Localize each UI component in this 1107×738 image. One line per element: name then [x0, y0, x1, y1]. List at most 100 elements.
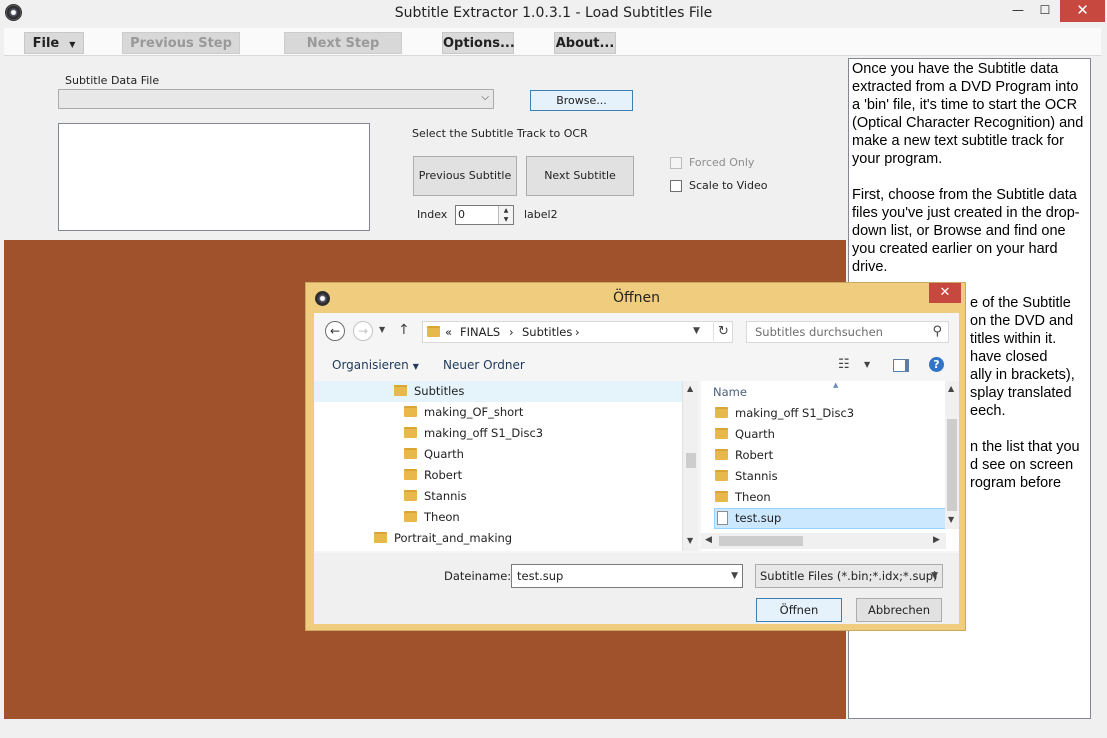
list-vertical-scrollbar[interactable]: ▲ ▼	[945, 381, 959, 529]
list-item[interactable]: Stannis	[715, 466, 778, 487]
maximize-button[interactable]: ☐	[1030, 0, 1060, 22]
tree-item[interactable]: Theon	[404, 507, 460, 528]
scroll-up-icon[interactable]: ▲	[948, 384, 954, 393]
organize-label: Organisieren	[332, 358, 409, 372]
scroll-down-icon[interactable]: ▼	[687, 536, 693, 545]
index-value: 0	[458, 208, 465, 221]
list-item[interactable]: making_off S1_Disc3	[715, 403, 854, 424]
breadcrumb-separator[interactable]: ›	[509, 325, 514, 339]
breadcrumb-overflow[interactable]: «	[445, 325, 452, 339]
refresh-icon[interactable]: ↻	[713, 323, 733, 341]
search-box[interactable]: Subtitles durchsuchen ⚲	[746, 321, 949, 343]
index-stepper[interactable]: 0 ▲ ▼	[455, 205, 514, 225]
scroll-down-icon[interactable]: ▼	[948, 515, 954, 524]
recent-locations-chevron-icon[interactable]: ▼	[379, 325, 385, 334]
list-item-label: making_off S1_Disc3	[735, 406, 855, 420]
scroll-thumb[interactable]	[719, 536, 803, 546]
filetype-select[interactable]: Subtitle Files (*.bin;*.idx;*.sup) ▼	[755, 564, 943, 588]
status-strip	[0, 719, 1107, 738]
preview-pane-icon[interactable]	[893, 359, 909, 372]
track-instruction-label: Select the Subtitle Track to OCR	[412, 127, 588, 140]
forward-arrow-icon[interactable]: →	[353, 321, 373, 341]
tree-item[interactable]: making_OF_short	[404, 402, 523, 423]
file-icon	[717, 511, 728, 525]
previous-step-button[interactable]: Previous Step	[122, 32, 240, 54]
subtitle-data-file-combo[interactable]: ⌵	[58, 89, 494, 109]
help-fragment: titles within it.	[970, 331, 1057, 347]
tree-item[interactable]: Robert	[404, 465, 462, 486]
folder-icon	[404, 406, 417, 417]
folder-icon	[427, 326, 440, 337]
up-arrow-icon[interactable]: ↑	[398, 322, 410, 338]
help-fragment: splay translated	[970, 385, 1072, 401]
view-options-icon[interactable]: ☷	[838, 357, 850, 372]
tree-item-label: Stannis	[424, 489, 467, 503]
forced-only-checkbox[interactable]	[670, 157, 682, 169]
next-subtitle-button[interactable]: Next Subtitle	[526, 156, 634, 196]
previous-subtitle-button[interactable]: Previous Subtitle	[413, 156, 517, 196]
scale-to-video-checkbox[interactable]	[670, 180, 682, 192]
folder-icon	[394, 385, 407, 396]
chevron-down-icon[interactable]: ▼	[731, 565, 738, 587]
list-item[interactable]: Quarth	[715, 424, 775, 445]
name-column-header[interactable]: Name	[713, 385, 747, 399]
view-chevron-icon[interactable]: ▼	[864, 360, 870, 369]
scroll-right-icon[interactable]: ▶	[933, 535, 940, 545]
scroll-up-icon[interactable]: ▲	[687, 384, 693, 393]
chevron-down-icon[interactable]: ▼	[931, 565, 938, 587]
tree-item[interactable]: Subtitles	[314, 381, 682, 402]
list-horizontal-scrollbar[interactable]: ◀ ▶	[701, 533, 946, 549]
tree-item-label: Portrait_and_making	[394, 531, 513, 545]
folder-icon	[715, 407, 728, 418]
list-item-label: Robert	[735, 448, 774, 462]
about-button[interactable]: About...	[554, 32, 616, 54]
organize-button[interactable]: Organisieren ▼	[332, 358, 419, 372]
folder-tree: Subtitles making_OF_short making_off S1_…	[314, 381, 698, 551]
help-icon[interactable]: ?	[929, 357, 944, 372]
list-item[interactable]: Theon	[715, 487, 771, 508]
tree-item[interactable]: Stannis	[404, 486, 467, 507]
list-item-label: test.sup	[735, 511, 782, 525]
breadcrumb-subtitles[interactable]: Subtitles	[522, 325, 572, 339]
close-button[interactable]: ✕	[1060, 0, 1105, 22]
tree-item[interactable]: Quarth	[404, 444, 464, 465]
window-title: Subtitle Extractor 1.0.3.1 - Load Subtit…	[394, 5, 713, 21]
stepper-arrows-icon[interactable]: ▲ ▼	[498, 206, 513, 224]
subtitle-preview-box	[58, 123, 370, 231]
list-item[interactable]: Robert	[715, 445, 773, 466]
tree-scrollbar[interactable]: ▲ ▼	[682, 381, 698, 551]
breadcrumb-separator[interactable]: ›	[575, 325, 580, 339]
tree-item-label: Quarth	[424, 447, 464, 461]
scroll-left-icon[interactable]: ◀	[705, 535, 712, 545]
search-icon[interactable]: ⚲	[932, 324, 942, 339]
file-menu-label: File	[32, 36, 60, 51]
new-folder-button[interactable]: Neuer Ordner	[443, 358, 525, 372]
filename-value: test.sup	[517, 569, 564, 583]
list-item-selected[interactable]: test.sup	[714, 508, 946, 529]
help-fragment: on the DVD and	[970, 313, 1074, 329]
address-bar[interactable]: « FINALS › Subtitles › ▼ ↻	[422, 321, 733, 343]
dialog-close-button[interactable]: ✕	[929, 283, 961, 303]
tree-item[interactable]: Portrait_and_making	[374, 528, 512, 549]
cancel-button[interactable]: Abbrechen	[856, 598, 942, 622]
chevron-down-icon: ▼	[69, 40, 76, 49]
next-step-button[interactable]: Next Step	[284, 32, 402, 54]
help-fragment: rogram before	[970, 475, 1062, 491]
folder-icon	[404, 427, 417, 438]
open-button[interactable]: Öffnen	[756, 598, 842, 622]
scroll-thumb[interactable]	[947, 419, 957, 511]
list-item-label: Quarth	[735, 427, 775, 441]
file-menu-button[interactable]: File ▼	[24, 32, 84, 54]
tree-item-label: Theon	[424, 510, 460, 524]
back-arrow-icon[interactable]: ←	[325, 321, 345, 341]
forced-only-label: Forced Only	[689, 156, 755, 169]
address-history-chevron-icon[interactable]: ▼	[693, 326, 700, 336]
browse-button[interactable]: Browse...	[530, 90, 633, 111]
scroll-thumb[interactable]	[686, 453, 696, 468]
filename-input[interactable]: test.sup ▼	[511, 564, 743, 588]
options-button[interactable]: Options...	[442, 32, 515, 54]
breadcrumb-finals[interactable]: FINALS	[460, 325, 500, 339]
help-fragment: have closed	[970, 349, 1048, 365]
subtitle-form-panel: Subtitle Data File ⌵ Browse... Select th…	[4, 58, 846, 240]
tree-item[interactable]: making_off S1_Disc3	[404, 423, 543, 444]
